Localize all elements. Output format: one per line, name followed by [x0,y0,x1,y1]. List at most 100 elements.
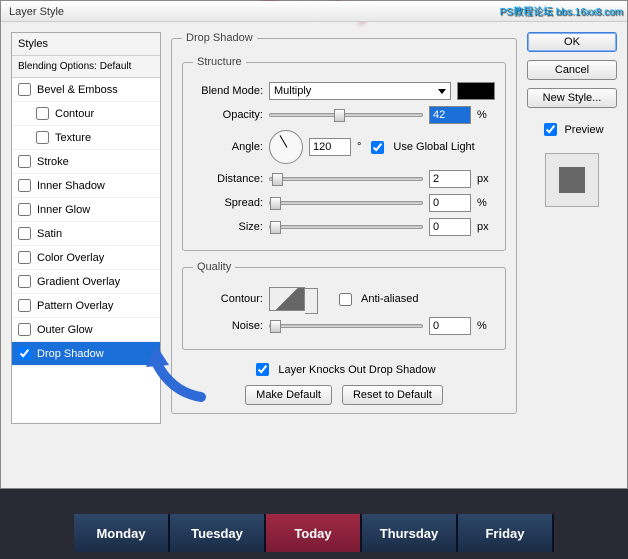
preview-label: Preview [564,124,603,136]
new-style-button[interactable]: New Style... [527,88,617,108]
blend-mode-select[interactable]: Multiply [269,82,451,100]
drop-shadow-fieldset: Drop Shadow Structure Blend Mode: Multip… [171,32,517,414]
preview-box [545,153,599,207]
structure-fieldset: Structure Blend Mode: Multiply Opacity: [182,56,506,251]
tab-tuesday[interactable]: Tuesday [170,514,266,552]
knockout-checkbox[interactable] [256,363,269,376]
size-unit: px [477,221,495,233]
structure-legend: Structure [193,56,246,68]
distance-slider[interactable] [269,177,423,181]
sidebar-item-inner-shadow[interactable]: Inner Shadow [12,174,160,198]
opacity-label: Opacity: [193,109,263,121]
sidebar-item-pattern-overlay[interactable]: Pattern Overlay [12,294,160,318]
size-input[interactable] [429,218,471,236]
ok-button[interactable]: OK [527,32,617,52]
global-light-label: Use Global Light [393,141,474,153]
quality-fieldset: Quality Contour: Anti-aliased Noise: [182,261,506,350]
tab-today[interactable]: Today [266,514,362,552]
distance-input[interactable] [429,170,471,188]
style-checkbox[interactable] [18,83,31,96]
shadow-color-swatch[interactable] [457,82,495,100]
watermark: PS教程论坛 bbs.16xx8.com [500,3,623,18]
sidebar-item-inner-glow[interactable]: Inner Glow [12,198,160,222]
slider-handle[interactable] [270,221,281,234]
opacity-slider[interactable] [269,113,423,117]
antialiased-label: Anti-aliased [361,293,418,305]
sidebar-item-contour[interactable]: Contour [12,102,160,126]
distance-label: Distance: [193,173,263,185]
opacity-input[interactable] [429,106,471,124]
style-label: Stroke [37,156,69,168]
distance-unit: px [477,173,495,185]
style-checkbox[interactable] [18,275,31,288]
slider-handle[interactable] [334,109,345,122]
content-area: Styles Blending Options: Default Bevel &… [1,22,627,434]
blend-mode-label: Blend Mode: [193,85,263,97]
tab-monday[interactable]: Monday [74,514,170,552]
angle-input[interactable] [309,138,351,156]
style-label: Pattern Overlay [37,300,113,312]
opacity-unit: % [477,109,495,121]
contour-picker[interactable] [269,287,305,311]
bottom-tabs: MondayTuesdayTodayThursdayFriday [0,489,628,559]
spread-slider[interactable] [269,201,423,205]
make-default-button[interactable]: Make Default [245,385,332,405]
cancel-button[interactable]: Cancel [527,60,617,80]
slider-handle[interactable] [272,173,283,186]
style-checkbox[interactable] [18,155,31,168]
global-light-checkbox[interactable] [371,141,384,154]
noise-slider[interactable] [269,324,423,328]
style-label: Outer Glow [37,324,93,336]
slider-handle[interactable] [270,197,281,210]
antialiased-checkbox[interactable] [339,293,352,306]
sidebar-item-texture[interactable]: Texture [12,126,160,150]
styles-sidebar: Styles Blending Options: Default Bevel &… [11,32,161,424]
style-checkbox[interactable] [18,227,31,240]
sidebar-item-satin[interactable]: Satin [12,222,160,246]
window-title: Layer Style [9,6,64,18]
style-checkbox[interactable] [18,323,31,336]
style-checkbox[interactable] [18,203,31,216]
style-checkbox[interactable] [18,251,31,264]
titlebar: Layer Style PS教程论坛 bbs.16xx8.com [1,1,627,22]
style-label: Inner Shadow [37,180,105,192]
style-label: Inner Glow [37,204,90,216]
reset-default-button[interactable]: Reset to Default [342,385,443,405]
spread-input[interactable] [429,194,471,212]
slider-handle[interactable] [270,320,281,333]
style-label: Drop Shadow [37,348,104,360]
sidebar-item-bevel-emboss[interactable]: Bevel & Emboss [12,78,160,102]
blend-mode-value: Multiply [274,85,311,97]
annotation-arrow-icon [141,337,221,407]
style-label: Gradient Overlay [37,276,120,288]
style-label: Color Overlay [37,252,104,264]
noise-label: Noise: [193,320,263,332]
sidebar-header[interactable]: Styles [12,33,160,56]
style-label: Satin [37,228,62,240]
preview-checkbox[interactable] [544,123,557,136]
style-checkbox[interactable] [18,299,31,312]
style-checkbox[interactable] [36,107,49,120]
right-button-panel: OK Cancel New Style... Preview [527,32,617,424]
main-panel: Drop Shadow Structure Blend Mode: Multip… [171,32,517,424]
style-checkbox[interactable] [18,179,31,192]
tab-thursday[interactable]: Thursday [362,514,458,552]
spread-label: Spread: [193,197,263,209]
style-label: Contour [55,108,94,120]
style-label: Bevel & Emboss [37,84,118,96]
sidebar-item-drop-shadow[interactable]: Drop Shadow [12,342,160,366]
layer-style-dialog: Tuesday Layer Style PS教程论坛 bbs.16xx8.com… [0,0,628,489]
sidebar-item-stroke[interactable]: Stroke [12,150,160,174]
blending-options-header[interactable]: Blending Options: Default [12,56,160,78]
size-slider[interactable] [269,225,423,229]
angle-unit: ° [357,141,361,153]
style-checkbox[interactable] [36,131,49,144]
tab-friday[interactable]: Friday [458,514,554,552]
sidebar-item-gradient-overlay[interactable]: Gradient Overlay [12,270,160,294]
style-checkbox[interactable] [18,347,31,360]
sidebar-item-outer-glow[interactable]: Outer Glow [12,318,160,342]
sidebar-item-color-overlay[interactable]: Color Overlay [12,246,160,270]
angle-dial[interactable] [269,130,303,164]
chevron-down-icon [438,89,446,94]
noise-input[interactable] [429,317,471,335]
